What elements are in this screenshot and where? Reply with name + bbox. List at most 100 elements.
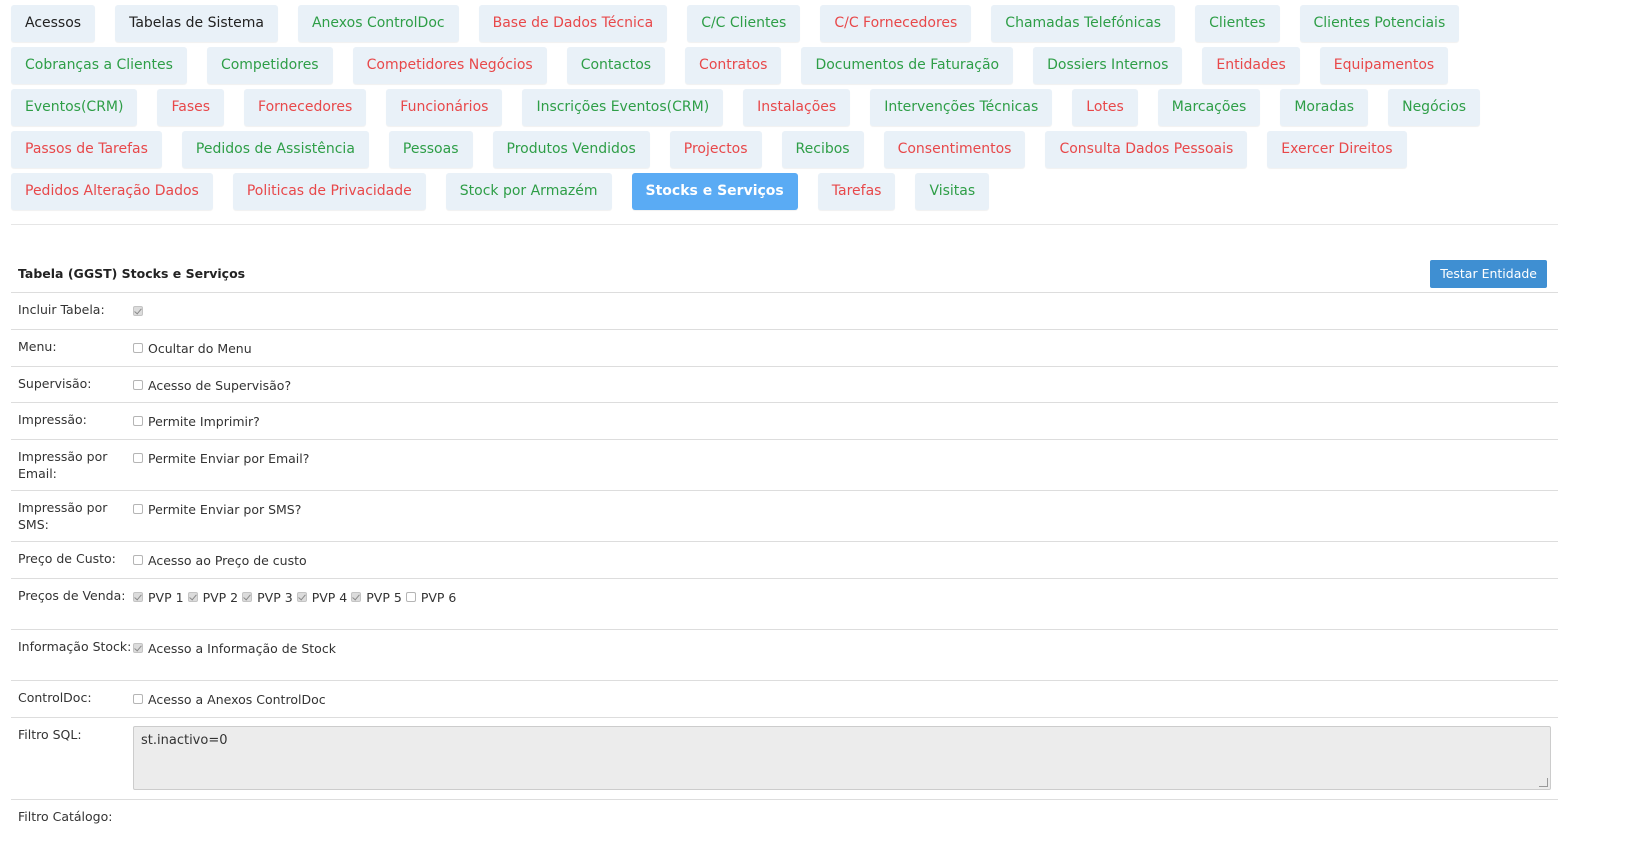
tab-entidades[interactable]: Entidades [1202,47,1300,84]
tab-contratos[interactable]: Contratos [685,47,782,84]
impressao-email-label: Impressão por Email: [18,449,108,481]
tab-fases[interactable]: Fases [157,89,225,126]
tab-equipamentos[interactable]: Equipamentos [1319,47,1449,84]
impressao-sms-text: Permite Enviar por SMS? [148,502,302,517]
entity-form: Tabela (GGST) Stocks e Serviços Testar E… [11,255,1558,830]
filtro-sql-textarea[interactable]: st.inactivo=0 [133,726,1551,790]
pvp-5-checkbox[interactable] [351,592,362,602]
tab-cobran-as-a-clientes[interactable]: Cobranças a Clientes [11,47,187,84]
tab-tabelas-de-sistema[interactable]: Tabelas de Sistema [115,5,278,42]
tab-competidores[interactable]: Competidores [206,47,333,84]
pvp-6-checkbox[interactable] [405,592,416,602]
row-informacao-stock: Informação Stock: Acesso a Informação de… [11,630,1558,681]
controldoc-checkbox[interactable] [133,694,143,704]
tab-consulta-dados-pessoais[interactable]: Consulta Dados Pessoais [1045,131,1248,168]
preco-custo-checkbox[interactable] [133,555,143,565]
tab-moradas[interactable]: Moradas [1280,89,1369,126]
tab-dossiers-internos[interactable]: Dossiers Internos [1033,47,1183,84]
supervisao-label: Supervisão: [18,376,92,391]
supervisao-checkbox[interactable] [133,380,143,390]
preco-custo-text: Acesso ao Preço de custo [148,553,307,568]
tab-contactos[interactable]: Contactos [566,47,666,84]
impressao-email-text: Permite Enviar por Email? [148,451,310,466]
row-precos-venda: Preços de Venda: PVP 1 PVP 2 PVP 3 PVP 4 PVP… [11,579,1558,630]
row-impressao-email: Impressão por Email: Permite Enviar por … [11,440,1558,491]
pvp-option: PVP 2 [187,590,239,605]
row-impressao: Impressão: Permite Imprimir? [11,403,1558,440]
informacao-stock-text: Acesso a Informação de Stock [148,641,336,656]
tab-competidores-neg-cios[interactable]: Competidores Negócios [352,47,547,84]
test-entity-button[interactable]: Testar Entidade [1430,259,1547,288]
tab-anexos-controldoc[interactable]: Anexos ControlDoc [297,5,459,42]
tab-chamadas-telef-nicas[interactable]: Chamadas Telefónicas [991,5,1176,42]
pvp-3-label: PVP 3 [257,590,293,605]
tab-clientes[interactable]: Clientes [1195,5,1280,42]
menu-label: Menu: [18,339,57,354]
divider [11,224,1558,225]
filtro-catalogo-label: Filtro Catálogo: [18,809,113,824]
tab-pedidos-altera-o-dados[interactable]: Pedidos Alteração Dados [11,173,213,210]
row-controldoc: ControlDoc: Acesso a Anexos ControlDoc [11,681,1558,718]
tab-stocks-e-servi-os[interactable]: Stocks e Serviços [631,173,798,210]
pvp-6-label: PVP 6 [420,590,457,605]
impressao-checkbox[interactable] [133,416,143,426]
impressao-label: Impressão: [18,412,87,427]
tab-tarefas[interactable]: Tarefas [817,173,896,210]
row-impressao-sms: Impressão por SMS: Permite Enviar por SM… [11,491,1558,542]
tab-interven-es-t-cnicas[interactable]: Intervenções Técnicas [870,89,1053,126]
tab-politicas-de-privacidade[interactable]: Politicas de Privacidade [232,173,426,210]
row-supervisao: Supervisão: Acesso de Supervisão? [11,367,1558,403]
tab-c-c-clientes[interactable]: C/C Clientes [687,5,801,42]
ocultar-menu-checkbox[interactable] [133,343,143,353]
informacao-stock-checkbox[interactable] [133,643,143,653]
preco-custo-label: Preço de Custo: [18,551,116,566]
row-filtro-sql: Filtro SQL: st.inactivo=0 [11,718,1558,800]
tab-recibos[interactable]: Recibos [781,131,864,168]
resize-grip-icon[interactable] [1539,778,1548,787]
pvp-option: PVP 6 [405,590,457,605]
page: Acessos Tabelas de Sistema Anexos ControlD… [0,0,1633,859]
filtro-sql-label: Filtro SQL: [18,727,82,742]
tab-inscri-es-eventos-crm[interactable]: Inscrições Eventos(CRM) [522,89,724,126]
tab-instala-es[interactable]: Instalações [743,89,851,126]
tab-neg-cios[interactable]: Negócios [1388,89,1481,126]
tab-base-de-dados-t-cnica[interactable]: Base de Dados Técnica [478,5,668,42]
tab-consentimentos[interactable]: Consentimentos [883,131,1026,168]
tab-pessoas[interactable]: Pessoas [388,131,473,168]
incluir-tabela-checkbox[interactable] [133,306,143,316]
row-preco-custo: Preço de Custo: Acesso ao Preço de custo [11,542,1558,579]
impressao-email-checkbox[interactable] [133,453,143,463]
tab-eventos-crm[interactable]: Eventos(CRM) [11,89,138,126]
tab-lotes[interactable]: Lotes [1072,89,1138,126]
tab-acessos[interactable]: Acessos [11,5,96,42]
tab-fornecedores[interactable]: Fornecedores [244,89,367,126]
form-title: Tabela (GGST) Stocks e Serviços [18,266,246,281]
tab-pedidos-de-assist-ncia[interactable]: Pedidos de Assistência [181,131,369,168]
incluir-tabela-label: Incluir Tabela: [18,302,105,317]
tab-funcion-rios[interactable]: Funcionários [386,89,503,126]
tab-passos-de-tarefas[interactable]: Passos de Tarefas [11,131,162,168]
tab-c-c-fornecedores[interactable]: C/C Fornecedores [820,5,972,42]
pvp-2-checkbox[interactable] [187,592,198,602]
pvp-3-checkbox[interactable] [242,592,253,602]
row-incluir-tabela: Incluir Tabela: [11,293,1558,330]
tab-marca-es[interactable]: Marcações [1157,89,1261,126]
impressao-sms-label: Impressão por SMS: [18,500,108,532]
filtro-sql-value: st.inactivo=0 [141,733,228,748]
pvp-1-checkbox[interactable] [133,592,143,602]
tab-visitas[interactable]: Visitas [915,173,990,210]
controldoc-text: Acesso a Anexos ControlDoc [148,692,326,707]
tab-clientes-potenciais[interactable]: Clientes Potenciais [1299,5,1460,42]
tab-produtos-vendidos[interactable]: Produtos Vendidos [492,131,650,168]
ocultar-menu-text: Ocultar do Menu [148,341,252,356]
tab-documentos-de-fatura-o[interactable]: Documentos de Faturação [801,47,1014,84]
pvp-2-label: PVP 2 [202,590,239,605]
supervisao-text: Acesso de Supervisão? [148,378,292,393]
tab-projectos[interactable]: Projectos [669,131,762,168]
informacao-stock-label: Informação Stock: [18,639,132,654]
pvp-5-label: PVP 5 [366,590,402,605]
tab-stock-por-armaz-m[interactable]: Stock por Armazém [445,173,612,210]
impressao-sms-checkbox[interactable] [133,504,143,514]
tab-exercer-direitos[interactable]: Exercer Direitos [1267,131,1407,168]
pvp-4-checkbox[interactable] [296,592,307,602]
